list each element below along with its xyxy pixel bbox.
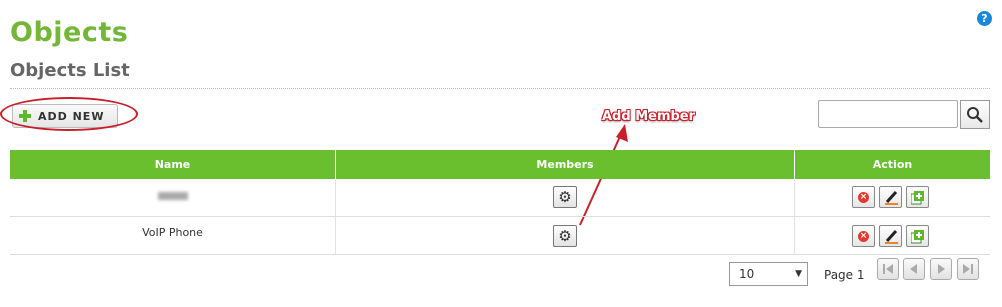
page-label: Page 1 — [824, 268, 865, 282]
delete-button[interactable]: × — [852, 186, 875, 208]
add-member-gear-button[interactable]: ⚙ — [553, 186, 577, 208]
edit-button[interactable] — [879, 186, 902, 208]
row-members-cell: ⚙ — [336, 217, 795, 254]
prev-page-icon — [910, 264, 917, 274]
header-divider — [10, 88, 990, 89]
last-page-icon — [963, 264, 973, 274]
add-member-gear-button[interactable]: ⚙ — [553, 225, 577, 247]
row-members-cell: ⚙ — [336, 179, 795, 216]
search-input[interactable] — [818, 100, 958, 128]
redacted-name — [157, 192, 188, 200]
delete-icon: × — [858, 192, 869, 203]
table-row: VoIP Phone ⚙ × — [10, 217, 990, 255]
column-header-members[interactable]: Members — [336, 150, 795, 179]
highlight-oval — [0, 97, 138, 131]
row-name-cell — [10, 179, 336, 216]
help-icon[interactable]: ? — [977, 11, 992, 26]
edit-button[interactable] — [879, 225, 902, 247]
page-subtitle: Objects List — [10, 60, 130, 81]
edit-icon — [885, 190, 898, 205]
add-member-icon — [911, 230, 924, 244]
gear-icon: ⚙ — [558, 227, 572, 245]
search-icon — [967, 107, 983, 123]
first-page-icon — [883, 264, 893, 274]
add-member-button[interactable] — [906, 225, 929, 247]
column-header-action: Action — [872, 158, 913, 171]
page-size-select[interactable]: 10 ▼ — [729, 262, 808, 286]
column-header-name[interactable]: Name — [10, 150, 336, 179]
table-header: Name Members Action — [10, 150, 990, 179]
row-action-cell: × — [795, 217, 990, 254]
row-name: VoIP Phone — [142, 226, 203, 239]
add-member-button[interactable] — [906, 186, 929, 208]
page-size-value: 10 — [739, 267, 755, 281]
gear-icon: ⚙ — [558, 188, 572, 206]
last-page-button[interactable] — [957, 258, 979, 280]
search-button[interactable] — [960, 100, 990, 129]
next-page-icon — [938, 264, 945, 274]
page-title: Objects — [10, 17, 129, 48]
next-page-button[interactable] — [930, 258, 952, 280]
table-row: ⚙ × — [10, 179, 990, 217]
row-name-cell: VoIP Phone — [10, 217, 336, 254]
add-member-icon — [911, 191, 924, 205]
delete-button[interactable]: × — [852, 225, 875, 247]
row-action-cell: × — [795, 179, 990, 216]
prev-page-button[interactable] — [903, 258, 925, 280]
edit-icon — [885, 229, 898, 244]
chevron-down-icon: ▼ — [795, 269, 802, 279]
delete-icon: × — [858, 231, 869, 242]
first-page-button[interactable] — [877, 258, 899, 280]
